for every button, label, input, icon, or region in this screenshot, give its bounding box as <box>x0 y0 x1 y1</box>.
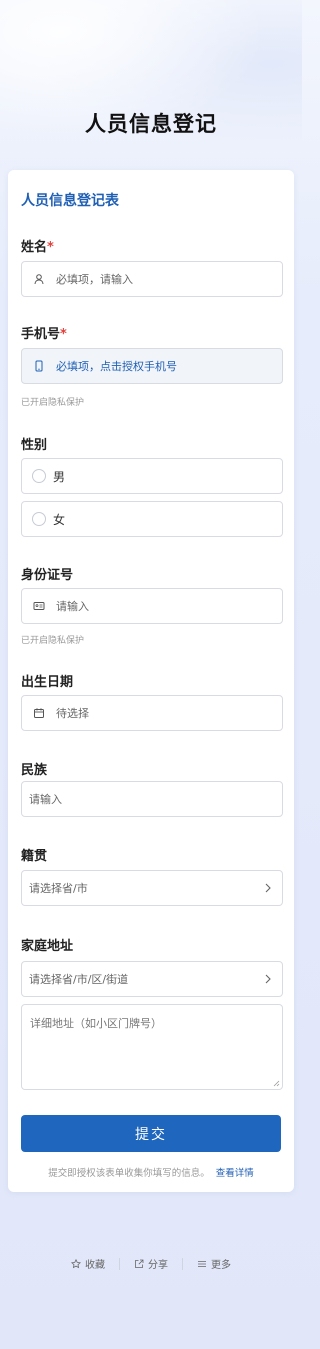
favorite-button[interactable]: 收藏 <box>57 1256 119 1271</box>
required-mark: * <box>47 240 54 255</box>
form-title: 人员信息登记表 <box>21 193 119 209</box>
phone-privacy-hint: 已开启隐私保护 <box>21 398 85 408</box>
share-label: 分享 <box>148 1260 168 1271</box>
gender-label: 性别 <box>21 438 48 453</box>
birthdate-label: 出生日期 <box>21 675 74 690</box>
favorite-label: 收藏 <box>85 1260 105 1271</box>
view-details-link[interactable]: 查看详情 <box>216 1168 254 1179</box>
address-label: 家庭地址 <box>21 939 74 954</box>
form-card: 人员信息登记表 姓名* 必填项，请输入 手机号* 必填项，点击授权手机号 已开启… <box>8 170 294 1192</box>
id-number-label: 身份证号 <box>21 568 74 583</box>
name-label: 姓名* <box>21 236 54 255</box>
gender-option-female[interactable]: 女 <box>21 501 283 537</box>
id-number-placeholder: 请输入 <box>56 600 89 613</box>
user-icon <box>32 272 46 286</box>
calendar-icon <box>32 706 46 720</box>
address-region-placeholder: 请选择省/市/区/街道 <box>29 973 129 986</box>
phone-icon <box>32 359 46 373</box>
native-place-select[interactable]: 请选择省/市 <box>21 870 283 906</box>
chevron-right-icon <box>265 883 271 893</box>
name-label-text: 姓名 <box>21 240 48 255</box>
star-icon <box>71 1258 81 1268</box>
phone-placeholder: 必填项，点击授权手机号 <box>56 360 177 373</box>
id-number-input[interactable]: 请输入 <box>21 588 283 624</box>
radio-circle <box>32 512 46 526</box>
gender-option-label: 男 <box>53 469 66 484</box>
phone-label: 手机号* <box>21 323 67 342</box>
resize-handle-icon[interactable] <box>273 1080 280 1087</box>
phone-authorize-button[interactable]: 必填项，点击授权手机号 <box>21 348 283 384</box>
radio-circle <box>32 469 46 483</box>
footer-bar: 收藏 分享 更多 <box>0 1256 302 1271</box>
share-icon <box>135 1259 144 1268</box>
birthdate-picker[interactable]: 待选择 <box>21 695 283 731</box>
address-detail-textarea[interactable]: 详细地址（如小区门牌号） <box>21 1004 283 1090</box>
more-label: 更多 <box>211 1260 231 1271</box>
ethnicity-label: 民族 <box>21 763 48 778</box>
gender-option-male[interactable]: 男 <box>21 458 283 494</box>
required-mark: * <box>60 327 67 342</box>
more-button[interactable]: 更多 <box>183 1256 245 1271</box>
consent-note: 提交即授权该表单收集你填写的信息。 查看详情 <box>8 1165 294 1179</box>
gender-option-label: 女 <box>53 512 66 527</box>
submit-button[interactable]: 提交 <box>21 1115 281 1152</box>
name-placeholder: 必填项，请输入 <box>56 273 133 286</box>
id-card-icon <box>32 599 46 613</box>
name-input[interactable]: 必填项，请输入 <box>21 261 283 297</box>
share-button[interactable]: 分享 <box>120 1256 182 1271</box>
menu-icon <box>198 1260 206 1267</box>
birthdate-placeholder: 待选择 <box>56 707 89 720</box>
id-privacy-hint: 已开启隐私保护 <box>21 636 85 646</box>
native-place-placeholder: 请选择省/市 <box>29 882 88 895</box>
consent-text: 提交即授权该表单收集你填写的信息。 <box>48 1168 210 1179</box>
ethnicity-input[interactable]: 请输入 <box>21 781 283 817</box>
address-detail-placeholder: 详细地址（如小区门牌号） <box>30 1017 162 1030</box>
phone-label-text: 手机号 <box>21 327 61 342</box>
native-place-label: 籍贯 <box>21 849 48 864</box>
chevron-right-icon <box>265 974 271 984</box>
page-title: 人员信息登记 <box>85 112 217 136</box>
address-region-select[interactable]: 请选择省/市/区/街道 <box>21 961 283 997</box>
ethnicity-placeholder: 请输入 <box>29 793 62 806</box>
